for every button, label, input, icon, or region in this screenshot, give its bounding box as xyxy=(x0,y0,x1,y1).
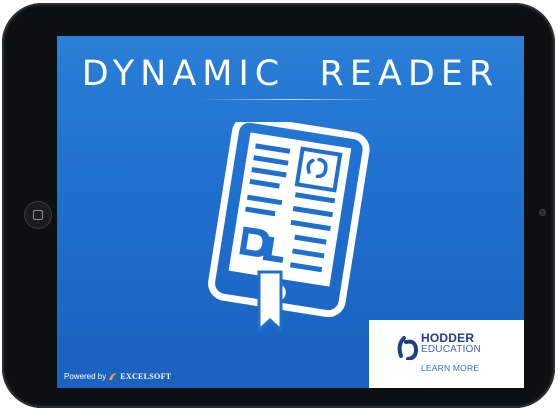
excelsoft-logo-icon xyxy=(109,373,118,380)
title-divider xyxy=(199,99,383,100)
home-square-icon xyxy=(33,210,43,220)
ebook-reader-icon[interactable] xyxy=(197,122,387,332)
app-screen: DYNAMIC READER Powered by EXCELSOFT HODD… xyxy=(57,36,524,388)
hodder-subtitle: EDUCATION xyxy=(421,344,481,355)
powered-by-footer: Powered by EXCELSOFT xyxy=(64,372,171,381)
learn-more-link[interactable]: LEARN MORE xyxy=(421,364,479,373)
powered-by-label: Powered by xyxy=(64,372,107,381)
home-button[interactable] xyxy=(24,201,52,229)
hodder-learn-more-card[interactable]: HODDER EDUCATION LEARN MORE xyxy=(369,320,524,388)
excelsoft-brand: EXCELSOFT xyxy=(120,372,172,381)
front-camera xyxy=(540,210,545,215)
app-title: DYNAMIC READER xyxy=(81,54,500,94)
hodder-name: HODDER xyxy=(421,331,475,345)
hodder-logo-icon xyxy=(397,336,418,360)
